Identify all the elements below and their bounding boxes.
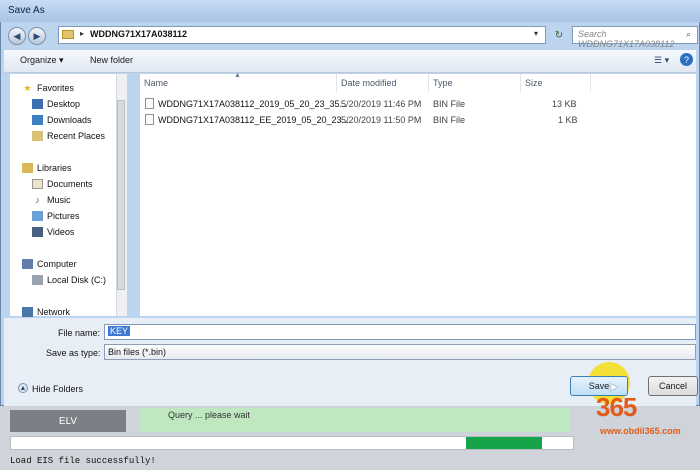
nav-item-label: Pictures <box>47 211 80 221</box>
file-size: 13 KB <box>552 99 577 109</box>
nav-network[interactable]: Network <box>22 307 70 317</box>
nav-item-label: Documents <box>47 179 93 189</box>
nav-item-label: Local Disk (C:) <box>47 275 107 285</box>
title-bar[interactable] <box>0 0 700 22</box>
nav-item-videos[interactable]: Videos <box>32 227 74 237</box>
nav-item-label: Downloads <box>47 115 92 125</box>
libraries-icon <box>22 163 33 173</box>
file-type: BIN File <box>433 115 466 125</box>
status-message: Load EIS file successfully! <box>10 456 156 466</box>
disk-icon <box>32 275 43 285</box>
nav-item-downloads[interactable]: Downloads <box>32 115 92 125</box>
save-type-select[interactable] <box>104 344 696 360</box>
column-divider[interactable] <box>590 74 591 92</box>
desktop-icon <box>32 99 43 109</box>
watermark-url: www.obdii365.com <box>600 426 681 436</box>
arrow-left-icon: ◀ <box>13 30 21 41</box>
nav-computer[interactable]: Computer <box>22 259 77 269</box>
nav-libraries[interactable]: Libraries <box>22 163 72 173</box>
nav-favorites[interactable]: ★ Favorites <box>22 83 74 93</box>
status-panel-text: Query ... please wait <box>168 410 251 420</box>
watermark-logo: 365 <box>596 392 637 422</box>
file-row[interactable]: WDDNG71X17A038112_2019_05_20_23_35... 5/… <box>142 96 582 112</box>
computer-icon <box>22 259 33 269</box>
nav-item-local-disk[interactable]: Local Disk (C:) <box>32 275 106 285</box>
star-icon: ★ <box>23 83 32 93</box>
column-divider[interactable] <box>428 74 429 92</box>
breadcrumb-path[interactable]: WDDNG71X17A038112 <box>90 29 187 39</box>
nav-libraries-label: Libraries <box>37 163 72 173</box>
file-date: 5/20/2019 11:46 PM <box>341 99 422 109</box>
file-name-field[interactable] <box>104 324 696 340</box>
elv-button[interactable]: ELV <box>10 410 126 432</box>
hide-folders-icon[interactable]: ▲ <box>18 383 28 393</box>
hide-folders-button[interactable]: Hide Folders <box>32 384 83 394</box>
column-header-type[interactable]: Type <box>433 78 453 88</box>
nav-network-label: Network <box>37 307 71 317</box>
nav-item-label: Desktop <box>47 99 81 109</box>
new-folder-button[interactable]: New folder <box>90 55 133 65</box>
forward-button[interactable]: ▶ <box>28 27 46 45</box>
breadcrumb-chevron-icon[interactable]: ▸ <box>80 29 84 38</box>
search-icon[interactable]: ⌕ <box>686 29 691 40</box>
nav-computer-label: Computer <box>37 259 77 269</box>
column-divider[interactable] <box>336 74 337 92</box>
file-size: 1 KB <box>558 115 578 125</box>
column-header-date[interactable]: Date modified <box>341 78 397 88</box>
nav-item-documents[interactable]: Documents <box>32 179 93 189</box>
file-name: WDDNG71X17A038112_2019_05_20_23_35... <box>158 99 347 109</box>
recent-places-icon <box>32 131 43 141</box>
nav-item-music[interactable]: ♪ Music <box>32 195 71 205</box>
refresh-button[interactable]: ↻ <box>550 27 568 43</box>
nav-item-label: Music <box>47 195 71 205</box>
arrow-right-icon: ▶ <box>33 30 41 41</box>
file-name-label: File name: <box>58 328 101 338</box>
dialog-title: Save As <box>8 5 45 16</box>
downloads-icon <box>32 115 43 125</box>
help-icon[interactable]: ? <box>680 53 693 66</box>
nav-favorites-label: Favorites <box>37 83 75 93</box>
column-header-size[interactable]: Size <box>525 78 543 88</box>
file-date: 5/20/2019 11:50 PM <box>341 115 422 125</box>
view-options-icon[interactable]: ☰ ▾ <box>654 55 669 66</box>
back-button[interactable]: ◀ <box>8 27 26 45</box>
sort-arrow-icon: ▲ <box>234 72 241 79</box>
network-icon <box>22 307 33 317</box>
refresh-icon: ↻ <box>554 29 564 41</box>
nav-item-pictures[interactable]: Pictures <box>32 211 80 221</box>
music-icon: ♪ <box>35 195 40 205</box>
pictures-icon <box>32 211 43 221</box>
column-header-name[interactable]: Name <box>144 78 168 88</box>
documents-icon <box>32 179 43 189</box>
search-placeholder: Search WDDNG71X17A038112 <box>578 29 675 49</box>
file-icon <box>145 114 154 125</box>
chevron-down-icon[interactable]: ▾ <box>534 29 538 38</box>
file-type: BIN File <box>433 99 466 109</box>
file-row[interactable]: WDDNG71X17A038112_EE_2019_05_20_23... 5/… <box>142 112 582 128</box>
videos-icon <box>32 227 43 237</box>
progress-bar-fill <box>466 437 542 449</box>
file-icon <box>145 98 154 109</box>
organize-menu[interactable]: Organize ▾ <box>20 55 64 66</box>
file-name-value[interactable]: KEY <box>108 326 131 336</box>
cancel-button[interactable]: Cancel <box>648 376 698 396</box>
nav-item-desktop[interactable]: Desktop <box>32 99 80 109</box>
nav-item-label: Recent Places <box>47 131 106 141</box>
save-type-value[interactable]: Bin files (*.bin) <box>108 347 166 357</box>
save-type-label: Save as type: <box>46 348 101 358</box>
nav-item-label: Videos <box>47 227 75 237</box>
nav-item-recent-places[interactable]: Recent Places <box>32 131 105 141</box>
scrollbar-thumb[interactable] <box>117 100 125 290</box>
file-name: WDDNG71X17A038112_EE_2019_05_20_23... <box>158 115 349 125</box>
column-divider[interactable] <box>520 74 521 92</box>
folder-icon <box>62 30 74 39</box>
